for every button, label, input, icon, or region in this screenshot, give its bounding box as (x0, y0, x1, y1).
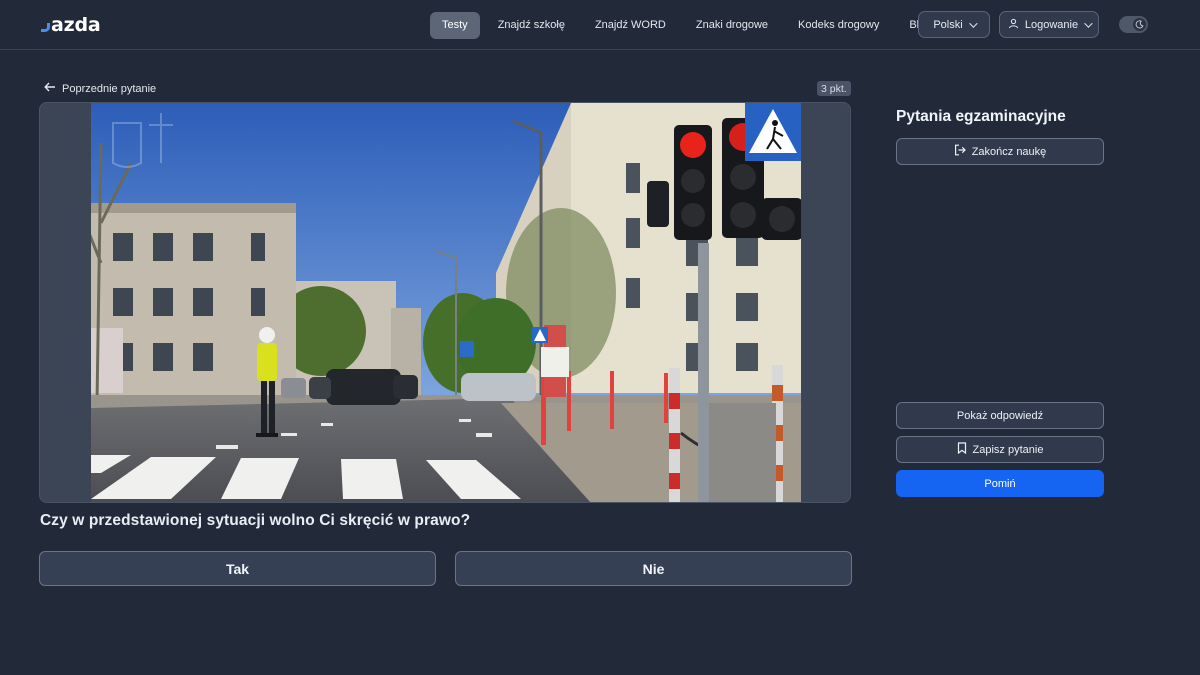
main-nav: Testy Znajdź szkołę Znajdź WORD Znaki dr… (430, 11, 943, 39)
chevron-down-icon (1084, 18, 1093, 28)
skip-button[interactable]: Pomiń (896, 470, 1104, 497)
language-label: Polski (933, 18, 963, 31)
nav-item-znaki-drogowe[interactable]: Znaki drogowe (684, 12, 780, 39)
user-icon (1008, 18, 1019, 32)
logo-text: azda (51, 14, 101, 36)
save-question-label: Zapisz pytanie (972, 443, 1044, 456)
previous-question-link[interactable]: Poprzednie pytanie (44, 80, 156, 97)
question-media-frame (39, 102, 851, 503)
end-learning-label: Zakończ naukę (971, 145, 1047, 158)
login-label: Logowanie (1024, 18, 1079, 31)
sidebar-title: Pytania egzaminacyjne (896, 108, 1066, 125)
question-text: Czy w przedstawionej sytuacji wolno Ci s… (40, 512, 471, 529)
logo-mark-icon (41, 22, 50, 32)
answer-no-button[interactable]: Nie (455, 551, 852, 586)
language-select[interactable]: Polski (918, 11, 990, 38)
nav-item-znajdz-szkole[interactable]: Znajdź szkołę (486, 12, 577, 39)
top-navbar: azda Testy Znajdź szkołę Znajdź WORD Zna… (0, 0, 1200, 50)
points-badge: 3 pkt. (817, 81, 851, 96)
save-question-button[interactable]: Zapisz pytanie (896, 436, 1104, 463)
end-learning-button[interactable]: Zakończ naukę (896, 138, 1104, 165)
arrow-left-icon (44, 82, 56, 95)
chevron-down-icon (968, 18, 978, 28)
show-answer-button[interactable]: Pokaż odpowiedź (896, 402, 1104, 429)
answer-yes-button[interactable]: Tak (39, 551, 436, 586)
nav-item-testy[interactable]: Testy (430, 11, 480, 39)
question-photo (91, 103, 801, 502)
previous-question-label: Poprzednie pytanie (62, 82, 157, 95)
login-button[interactable]: Logowanie (999, 11, 1099, 38)
site-logo[interactable]: azda (41, 12, 101, 38)
exit-icon (954, 144, 966, 159)
moon-icon (1133, 18, 1146, 31)
nav-item-znajdz-word[interactable]: Znajdź WORD (583, 12, 678, 39)
theme-toggle[interactable] (1119, 16, 1148, 33)
bookmark-icon (957, 442, 967, 457)
nav-item-kodeks-drogowy[interactable]: Kodeks drogowy (786, 12, 891, 39)
